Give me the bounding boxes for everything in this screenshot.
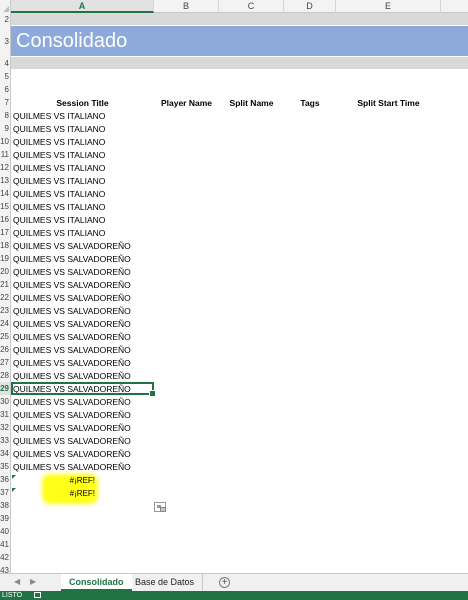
- table-row[interactable]: QUILMES VS SALVADOREÑO: [13, 344, 131, 357]
- table-row[interactable]: QUILMES VS ITALIANO: [13, 110, 105, 123]
- row-header-26[interactable]: 26: [0, 343, 11, 356]
- select-all-corner[interactable]: [0, 0, 11, 13]
- row-header-12[interactable]: 12: [0, 161, 11, 174]
- row-header-13[interactable]: 13: [0, 174, 11, 187]
- row-header-4[interactable]: 4: [0, 57, 11, 70]
- row-header-16[interactable]: 16: [0, 213, 11, 226]
- sheet-title: Consolidado: [16, 30, 128, 52]
- row-header-18[interactable]: 18: [0, 239, 11, 252]
- table-row[interactable]: QUILMES VS SALVADOREÑO: [13, 240, 131, 253]
- column-header-a[interactable]: A: [11, 0, 154, 13]
- header-split-name: Split Name: [229, 98, 274, 108]
- row-header-30[interactable]: 30: [0, 395, 11, 408]
- table-row[interactable]: QUILMES VS SALVADOREÑO: [13, 461, 131, 474]
- table-row[interactable]: QUILMES VS SALVADOREÑO: [13, 435, 131, 448]
- table-row[interactable]: QUILMES VS ITALIANO: [13, 227, 105, 240]
- table-row[interactable]: QUILMES VS SALVADOREÑO: [13, 331, 131, 344]
- row-header-19[interactable]: 19: [0, 252, 11, 265]
- row-header-39[interactable]: 39: [0, 512, 11, 525]
- table-row[interactable]: QUILMES VS ITALIANO: [13, 201, 105, 214]
- row-header-32[interactable]: 32: [0, 421, 11, 434]
- ref-error-cell[interactable]: #¡REF!: [11, 488, 97, 500]
- table-row[interactable]: QUILMES VS ITALIANO: [13, 149, 105, 162]
- header-split-start-time: Split Start Time: [357, 98, 420, 108]
- table-row[interactable]: QUILMES VS SALVADOREÑO: [13, 305, 131, 318]
- row-header-41[interactable]: 41: [0, 538, 11, 551]
- table-row[interactable]: QUILMES VS ITALIANO: [13, 188, 105, 201]
- header-player-name: Player Name: [160, 98, 213, 108]
- row-header-23[interactable]: 23: [0, 304, 11, 317]
- row-header-14[interactable]: 14: [0, 187, 11, 200]
- table-row[interactable]: QUILMES VS SALVADOREÑO: [13, 253, 131, 266]
- tab-base-de-datos[interactable]: Base de Datos: [127, 574, 204, 591]
- row-header-11[interactable]: 11: [0, 148, 11, 161]
- table-row[interactable]: QUILMES VS SALVADOREÑO: [13, 396, 131, 409]
- row-header-36[interactable]: 36: [0, 473, 11, 486]
- row-header-28[interactable]: 28: [0, 369, 11, 382]
- table-row[interactable]: QUILMES VS SALVADOREÑO: [13, 448, 131, 461]
- row-header-10[interactable]: 10: [0, 135, 11, 148]
- row-header-20[interactable]: 20: [0, 265, 11, 278]
- row-header-29[interactable]: 29: [0, 382, 11, 395]
- header-session-title: Session Title: [56, 98, 109, 108]
- add-sheet-icon[interactable]: +: [219, 577, 230, 588]
- tab-scroll-left-icon[interactable]: ◀: [14, 577, 20, 586]
- table-row[interactable]: QUILMES VS ITALIANO: [13, 162, 105, 175]
- table-row[interactable]: QUILMES VS ITALIANO: [13, 136, 105, 149]
- row-header-21[interactable]: 21: [0, 278, 11, 291]
- row-header-25[interactable]: 25: [0, 330, 11, 343]
- table-row[interactable]: QUILMES VS ITALIANO: [13, 175, 105, 188]
- row-header-22[interactable]: 22: [0, 291, 11, 304]
- column-header-bar: A B C D E: [0, 0, 468, 13]
- row-header-9[interactable]: 9: [0, 122, 11, 135]
- table-row[interactable]: QUILMES VS SALVADOREÑO: [13, 422, 131, 435]
- row-header-33[interactable]: 33: [0, 434, 11, 447]
- row-header-8[interactable]: 8: [0, 109, 11, 122]
- column-header-e[interactable]: E: [336, 0, 441, 13]
- row-header-15[interactable]: 15: [0, 200, 11, 213]
- row-header-38[interactable]: 38: [0, 499, 11, 512]
- status-bar: LISTO: [0, 591, 468, 600]
- row-header-37[interactable]: 37: [0, 486, 11, 499]
- ref-error-cell[interactable]: #¡REF!: [11, 475, 97, 487]
- row-header-40[interactable]: 40: [0, 525, 11, 538]
- table-row[interactable]: QUILMES VS SALVADOREÑO: [13, 357, 131, 370]
- header-tags: Tags: [300, 98, 320, 108]
- row-header-35[interactable]: 35: [0, 460, 11, 473]
- table-row[interactable]: QUILMES VS SALVADOREÑO: [13, 318, 131, 331]
- sheet-tab-bar: ◀ ▶ Consolidado Base de Datos +: [0, 573, 468, 591]
- active-cell-selection[interactable]: [11, 382, 156, 397]
- table-row[interactable]: QUILMES VS SALVADOREÑO: [13, 292, 131, 305]
- row-header-31[interactable]: 31: [0, 408, 11, 421]
- macro-record-icon[interactable]: [34, 592, 41, 598]
- row-header-24[interactable]: 24: [0, 317, 11, 330]
- column-header-d[interactable]: D: [284, 0, 336, 13]
- table-row[interactable]: QUILMES VS ITALIANO: [13, 123, 105, 136]
- row-header-17[interactable]: 17: [0, 226, 11, 239]
- row-header-27[interactable]: 27: [0, 356, 11, 369]
- gray-band-bottom: [11, 57, 468, 69]
- row-header-6[interactable]: 6: [0, 83, 11, 96]
- table-row[interactable]: QUILMES VS SALVADOREÑO: [13, 279, 131, 292]
- column-header-f[interactable]: [441, 0, 468, 13]
- tab-scroll-right-icon[interactable]: ▶: [30, 577, 36, 586]
- column-header-b[interactable]: B: [154, 0, 219, 13]
- status-text: LISTO: [2, 592, 23, 599]
- paste-options-icon[interactable]: [154, 502, 166, 512]
- row-header-7[interactable]: 7: [0, 96, 11, 109]
- table-row[interactable]: QUILMES VS SALVADOREÑO: [13, 409, 131, 422]
- table-row[interactable]: QUILMES VS SALVADOREÑO: [13, 266, 131, 279]
- table-row[interactable]: QUILMES VS ITALIANO: [13, 214, 105, 227]
- tab-consolidado[interactable]: Consolidado: [61, 574, 132, 591]
- row-header-5[interactable]: 5: [0, 70, 11, 83]
- row-header-42[interactable]: 42: [0, 551, 11, 564]
- gray-band-top: [11, 13, 468, 25]
- row-header-3[interactable]: 3: [0, 26, 11, 57]
- column-header-c[interactable]: C: [219, 0, 284, 13]
- row-header-2[interactable]: 2: [0, 13, 11, 26]
- row-header-34[interactable]: 34: [0, 447, 11, 460]
